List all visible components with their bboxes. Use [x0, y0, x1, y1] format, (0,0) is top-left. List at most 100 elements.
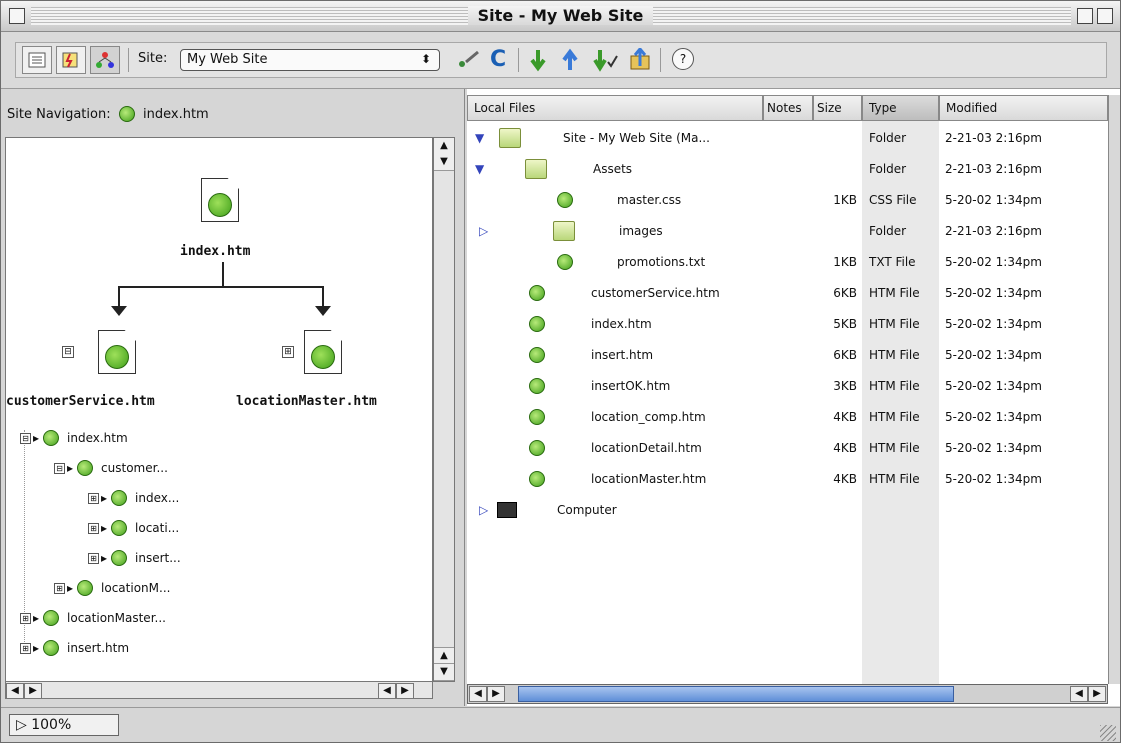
disclosure-closed-icon[interactable]: ▷: [479, 224, 488, 238]
site-files-icon[interactable]: [56, 46, 86, 74]
file-name: customerService.htm: [591, 286, 720, 300]
file-row[interactable]: ▼ Site - My Web Site (Ma... Folder 2-21-…: [467, 123, 1108, 154]
file-row[interactable]: insertOK.htm 3KB HTM File 5-20-02 1:34pm: [467, 371, 1108, 402]
map-horizontal-scrollbar[interactable]: ◀ ▶ ◀ ▶: [5, 681, 433, 699]
help-icon[interactable]: ?: [672, 48, 694, 70]
tree-toggle[interactable]: ⊞: [54, 582, 65, 594]
dw-file-icon: [119, 106, 135, 122]
column-header-type[interactable]: Type: [862, 95, 939, 121]
disclosure-open-icon[interactable]: ▼: [475, 131, 484, 145]
tree-toggle[interactable]: ⊞: [88, 492, 99, 504]
collapse-box[interactable]: [1097, 8, 1113, 24]
disclosure-closed-icon[interactable]: ▷: [479, 503, 488, 517]
connector-line: [118, 286, 324, 288]
site-map-icon[interactable]: [90, 46, 120, 74]
file-row[interactable]: ▷ images Folder 2-21-03 2:16pm: [467, 216, 1108, 247]
tree-node[interactable]: ⊞ ▸ locati...: [88, 520, 179, 536]
tree-toggle[interactable]: ⊞: [20, 612, 31, 624]
files-horizontal-scrollbar[interactable]: ◀ ▶ ◀ ▶: [467, 684, 1108, 704]
htm-file-icon: [529, 347, 545, 363]
htm-file-icon: [529, 409, 545, 425]
check-in-icon[interactable]: [592, 48, 620, 78]
site-map-canvas[interactable]: index.htm ⊟ customerService.htm ⊞ locati…: [5, 137, 433, 682]
scroll-left-button[interactable]: ◀: [469, 686, 487, 702]
file-row[interactable]: index.htm 5KB HTM File 5-20-02 1:34pm: [467, 309, 1108, 340]
tree-toggle[interactable]: ⊞: [20, 642, 31, 654]
child-page-icon[interactable]: [304, 330, 342, 374]
tree-toggle[interactable]: ⊟: [54, 462, 65, 474]
file-row[interactable]: master.css 1KB CSS File 5-20-02 1:34pm: [467, 185, 1108, 216]
disclosure-open-icon[interactable]: ▼: [475, 162, 484, 176]
file-name: insertOK.htm: [591, 379, 671, 393]
tree-node[interactable]: ⊞ ▸ index...: [88, 490, 179, 506]
file-row[interactable]: insert.htm 6KB HTM File 5-20-02 1:34pm: [467, 340, 1108, 371]
scroll-right-button[interactable]: ▶: [24, 683, 42, 699]
check-out-icon[interactable]: [628, 46, 652, 78]
expand-toggle[interactable]: ⊞: [282, 346, 294, 358]
column-header-size[interactable]: Size: [813, 95, 862, 121]
zoom-field[interactable]: ▷ 100%: [9, 714, 119, 736]
scroll-left-button[interactable]: ◀: [6, 683, 24, 699]
list-view-icon[interactable]: [22, 46, 52, 74]
get-icon[interactable]: [528, 48, 548, 78]
column-header-notes[interactable]: Notes: [763, 95, 813, 121]
scroll-thumb[interactable]: [518, 686, 954, 702]
tree-toggle[interactable]: ⊟: [20, 432, 31, 444]
dw-logo-icon: [105, 345, 129, 369]
scroll-left-button[interactable]: ◀: [378, 683, 396, 699]
scroll-down-button[interactable]: ▼: [434, 663, 454, 681]
child-page-label: customerService.htm: [6, 394, 155, 409]
refresh-icon[interactable]: C: [490, 48, 506, 72]
files-vertical-scrollbar[interactable]: [1108, 95, 1120, 684]
tree-toggle[interactable]: ⊞: [88, 552, 99, 564]
folder-icon: [553, 221, 575, 241]
child-page-icon[interactable]: [98, 330, 136, 374]
tree-node[interactable]: ⊟ ▸ customer...: [54, 460, 168, 476]
zoom-box[interactable]: [1077, 8, 1093, 24]
tree-node[interactable]: ⊟ ▸ index.htm: [20, 430, 128, 446]
resize-grip-icon[interactable]: [1100, 725, 1116, 741]
file-row[interactable]: promotions.txt 1KB TXT File 5-20-02 1:34…: [467, 247, 1108, 278]
file-modified: 2-21-03 2:16pm: [945, 131, 1042, 145]
status-bar: ▷ 100%: [1, 707, 1120, 742]
file-row[interactable]: locationMaster.htm 4KB HTM File 5-20-02 …: [467, 464, 1108, 495]
scroll-down-button[interactable]: ▼: [434, 154, 454, 171]
scroll-right-button[interactable]: ▶: [1088, 686, 1106, 702]
column-header-local-files[interactable]: Local Files: [467, 95, 763, 121]
scroll-right-button[interactable]: ▶: [487, 686, 505, 702]
file-modified: 5-20-02 1:34pm: [945, 193, 1042, 207]
file-size: 3KB: [833, 379, 857, 393]
htm-file-icon: [529, 378, 545, 394]
site-select-value: My Web Site: [187, 52, 268, 67]
collapse-toggle[interactable]: ⊟: [62, 346, 74, 358]
root-page-icon[interactable]: [201, 178, 239, 222]
zoom-value: 100%: [31, 717, 72, 733]
tree-node[interactable]: ⊞ ▸ locationM...: [54, 580, 170, 596]
title-bar[interactable]: Site - My Web Site: [1, 1, 1120, 32]
scroll-right-button[interactable]: ▶: [396, 683, 414, 699]
file-row[interactable]: location_comp.htm 4KB HTM File 5-20-02 1…: [467, 402, 1108, 433]
site-navigation-file[interactable]: index.htm: [143, 107, 209, 122]
arrow-down-icon: [315, 306, 331, 316]
site-select[interactable]: My Web Site ⬍: [180, 49, 440, 71]
tree-node[interactable]: ⊞ ▸ locationMaster...: [20, 610, 166, 626]
tree-toggle[interactable]: ⊞: [88, 522, 99, 534]
file-row[interactable]: locationDetail.htm 4KB HTM File 5-20-02 …: [467, 433, 1108, 464]
tree-node[interactable]: ⊞ ▸ insert.htm: [20, 640, 129, 656]
column-header-modified[interactable]: Modified: [939, 95, 1108, 121]
file-name: master.css: [617, 193, 682, 207]
map-vertical-scrollbar[interactable]: ▲ ▼ ▲ ▼: [433, 137, 455, 682]
file-name: promotions.txt: [617, 255, 706, 269]
put-icon[interactable]: [560, 48, 580, 78]
scroll-up-button[interactable]: ▲: [434, 138, 454, 155]
tree-node[interactable]: ⊞ ▸ insert...: [88, 550, 181, 566]
file-row[interactable]: ▼ Assets Folder 2-21-03 2:16pm: [467, 154, 1108, 185]
file-row[interactable]: customerService.htm 6KB HTM File 5-20-02…: [467, 278, 1108, 309]
file-size: 5KB: [833, 317, 857, 331]
file-modified: 2-21-03 2:16pm: [945, 162, 1042, 176]
scroll-left-button[interactable]: ◀: [1070, 686, 1088, 702]
connect-icon[interactable]: [456, 48, 486, 79]
file-type: TXT File: [869, 255, 916, 269]
root-page-label: index.htm: [180, 244, 251, 259]
file-row[interactable]: ▷ Computer: [467, 495, 1108, 526]
